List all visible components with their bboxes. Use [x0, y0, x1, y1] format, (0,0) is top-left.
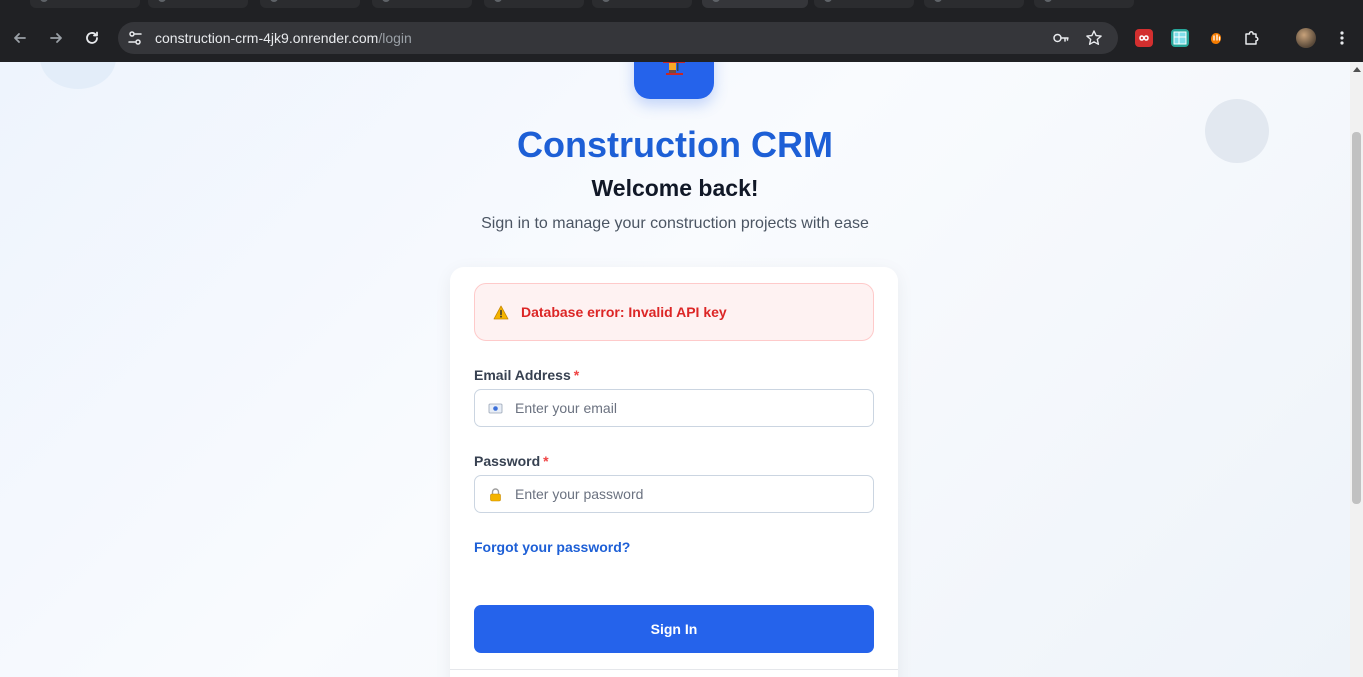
browser-tab[interactable] — [484, 0, 584, 8]
browser-tab[interactable] — [592, 0, 692, 8]
url-text: construction-crm-4jk9.onrender.com/login — [155, 30, 412, 46]
browser-tab[interactable] — [30, 0, 140, 8]
email-label-text: Email Address — [474, 367, 571, 383]
password-label-text: Password — [474, 453, 541, 469]
welcome-heading: Welcome back! — [591, 175, 759, 201]
decorative-circle — [40, 62, 116, 89]
scroll-up-arrow-icon[interactable] — [1353, 67, 1361, 72]
kebab-menu-icon — [1340, 31, 1344, 45]
password-label: Password * — [474, 453, 549, 469]
browser-tab[interactable] — [814, 0, 914, 8]
tab-favicon-icon — [40, 0, 48, 2]
tab-favicon-icon — [494, 0, 502, 2]
page-tagline: Sign in to manage your construction proj… — [481, 215, 869, 232]
reload-button[interactable] — [80, 26, 104, 50]
infinity-icon — [1139, 35, 1149, 41]
browser-tab[interactable] — [148, 0, 248, 8]
lock-icon — [490, 488, 501, 502]
email-input[interactable] — [515, 390, 865, 426]
login-page: Construction CRM Welcome back! Sign in t… — [0, 62, 1350, 677]
tab-favicon-icon — [602, 0, 610, 2]
email-icon — [488, 403, 503, 414]
browser-menu-button[interactable] — [1330, 26, 1354, 50]
tune-icon[interactable] — [126, 29, 144, 47]
browser-tab[interactable] — [1034, 0, 1134, 8]
profile-avatar[interactable] — [1296, 28, 1316, 48]
app-title: Construction CRM — [517, 124, 833, 165]
forgot-password-link[interactable]: Forgot your password? — [474, 539, 630, 555]
sheet-icon — [1173, 31, 1187, 45]
login-card: Database error: Invalid API key Email Ad… — [450, 267, 898, 677]
tab-favicon-icon — [158, 0, 166, 2]
error-alert: Database error: Invalid API key — [474, 283, 874, 341]
key-icon[interactable] — [1052, 29, 1070, 47]
tab-strip — [0, 0, 1363, 14]
tab-favicon-icon — [712, 0, 720, 2]
page-scrollbar[interactable] — [1350, 62, 1363, 677]
hand-icon — [1211, 33, 1221, 44]
required-marker: * — [543, 453, 549, 469]
app-logo — [634, 62, 714, 99]
arrow-right-icon — [50, 33, 62, 43]
error-message: Database error: Invalid API key — [521, 304, 727, 320]
forward-button[interactable] — [44, 26, 68, 50]
construction-icon — [663, 62, 685, 75]
browser-tab[interactable] — [260, 0, 360, 8]
url-path: /login — [378, 30, 412, 46]
reload-icon — [86, 31, 98, 44]
tab-favicon-icon — [270, 0, 278, 2]
browser-tab-active[interactable] — [702, 0, 808, 8]
extension-icon[interactable] — [1135, 29, 1153, 47]
tab-favicon-icon — [824, 0, 832, 2]
tab-favicon-icon — [934, 0, 942, 2]
tab-favicon-icon — [382, 0, 390, 2]
browser-tab[interactable] — [372, 0, 472, 8]
email-field[interactable] — [474, 389, 874, 427]
star-icon[interactable] — [1085, 29, 1103, 47]
arrow-left-icon — [14, 33, 26, 43]
browser-tab[interactable] — [924, 0, 1024, 8]
required-marker: * — [573, 367, 580, 383]
password-input[interactable] — [515, 476, 865, 512]
back-button[interactable] — [8, 26, 32, 50]
password-field[interactable] — [474, 475, 874, 513]
extension-icon[interactable] — [1207, 29, 1225, 47]
extensions-button[interactable] — [1240, 26, 1264, 50]
warning-icon — [493, 305, 509, 320]
puzzle-icon — [1245, 31, 1259, 45]
sign-in-button[interactable]: Sign In — [474, 605, 874, 653]
email-label: Email Address * — [474, 367, 579, 383]
extension-icon[interactable] — [1171, 29, 1189, 47]
address-bar[interactable]: construction-crm-4jk9.onrender.com/login — [118, 22, 1118, 54]
browser-toolbar: construction-crm-4jk9.onrender.com/login — [0, 14, 1363, 62]
scroll-thumb[interactable] — [1352, 132, 1361, 504]
url-host: construction-crm-4jk9.onrender.com — [155, 30, 379, 46]
card-divider — [450, 669, 898, 670]
tab-favicon-icon — [1044, 0, 1052, 2]
